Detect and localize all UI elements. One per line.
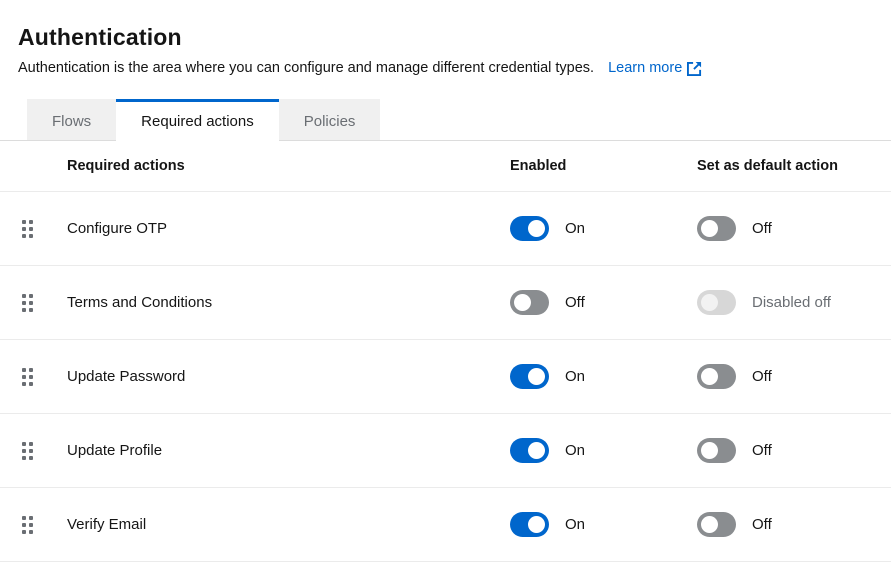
- tab-required-actions[interactable]: Required actions: [116, 99, 279, 141]
- enabled-toggle[interactable]: [510, 438, 549, 463]
- action-name: Terms and Conditions: [67, 294, 510, 311]
- table-row: Update Profile On Off: [0, 414, 891, 488]
- enabled-toggle-label: On: [565, 516, 585, 533]
- default-toggle[interactable]: [697, 438, 736, 463]
- default-toggle[interactable]: [697, 364, 736, 389]
- drag-handle-icon[interactable]: [22, 442, 33, 460]
- table-row: Terms and Conditions Off Disabled off: [0, 266, 891, 340]
- drag-handle-icon[interactable]: [22, 368, 33, 386]
- table-header-row: Required actions Enabled Set as default …: [0, 141, 891, 192]
- enabled-toggle[interactable]: [510, 290, 549, 315]
- external-link-icon: [687, 61, 702, 76]
- enabled-toggle-label: On: [565, 368, 585, 385]
- default-toggle-label: Off: [752, 442, 772, 459]
- page-header: Authentication Authentication is the are…: [0, 0, 891, 76]
- learn-more-link[interactable]: Learn more: [608, 60, 702, 76]
- required-actions-table: Required actions Enabled Set as default …: [0, 141, 891, 562]
- drag-handle-icon[interactable]: [22, 294, 33, 312]
- table-row: Configure OTP On Off: [0, 192, 891, 266]
- drag-handle-icon[interactable]: [22, 516, 33, 534]
- default-toggle[interactable]: [697, 216, 736, 241]
- enabled-toggle[interactable]: [510, 364, 549, 389]
- column-header-enabled: Enabled: [510, 158, 697, 174]
- enabled-toggle-label: On: [565, 220, 585, 237]
- table-row: Verify Email On Off: [0, 488, 891, 562]
- tab-policies[interactable]: Policies: [279, 99, 381, 140]
- action-name: Configure OTP: [67, 220, 510, 237]
- enabled-toggle[interactable]: [510, 216, 549, 241]
- default-toggle: [697, 290, 736, 315]
- drag-handle-icon[interactable]: [22, 220, 33, 238]
- default-toggle-label: Off: [752, 368, 772, 385]
- enabled-toggle-label: Off: [565, 294, 585, 311]
- enabled-toggle-label: On: [565, 442, 585, 459]
- action-name: Update Profile: [67, 442, 510, 459]
- column-header-set-as-default: Set as default action: [697, 158, 891, 174]
- action-name: Verify Email: [67, 516, 510, 533]
- learn-more-label: Learn more: [608, 60, 682, 76]
- page-subtitle: Authentication is the area where you can…: [18, 60, 873, 76]
- default-toggle-label: Off: [752, 516, 772, 533]
- tab-bar: FlowsRequired actionsPolicies: [0, 99, 891, 141]
- default-toggle-label: Off: [752, 220, 772, 237]
- page-subtitle-text: Authentication is the area where you can…: [18, 60, 594, 76]
- default-toggle-label: Disabled off: [752, 294, 831, 311]
- column-header-required-actions: Required actions: [67, 158, 510, 174]
- enabled-toggle[interactable]: [510, 512, 549, 537]
- action-name: Update Password: [67, 368, 510, 385]
- default-toggle[interactable]: [697, 512, 736, 537]
- tab-flows[interactable]: Flows: [27, 99, 116, 140]
- page-title: Authentication: [18, 24, 873, 51]
- table-row: Update Password On Off: [0, 340, 891, 414]
